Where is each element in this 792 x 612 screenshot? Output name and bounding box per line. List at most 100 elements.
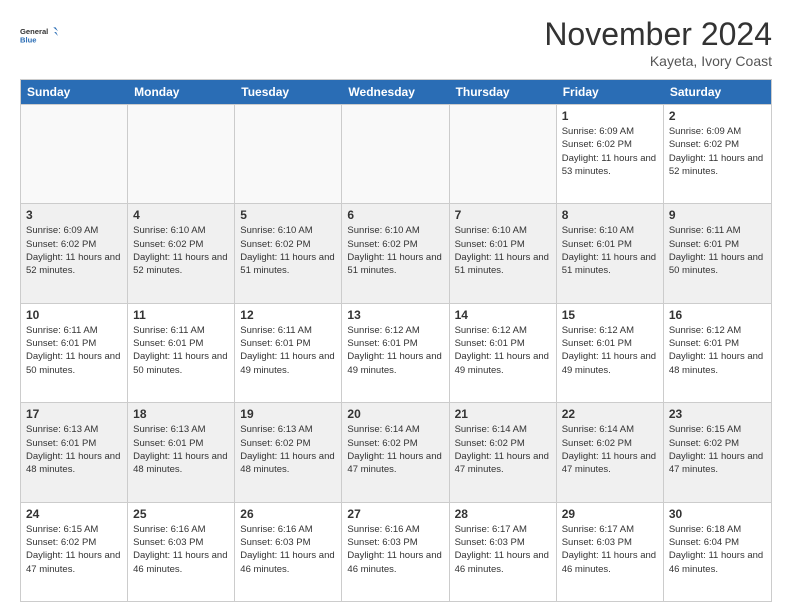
day-cell-2: 2 Sunrise: 6:09 AM Sunset: 6:02 PM Daylig…: [664, 105, 771, 203]
day-cell-30: 30 Sunrise: 6:18 AM Sunset: 6:04 PM Dayli…: [664, 503, 771, 601]
day-info-17: Sunrise: 6:13 AM Sunset: 6:01 PM Dayligh…: [26, 423, 122, 476]
page: General Blue November 2024 Kayeta, Ivory…: [0, 0, 792, 612]
day-cell-26: 26 Sunrise: 6:16 AM Sunset: 6:03 PM Dayli…: [235, 503, 342, 601]
day-number-9: 9: [669, 208, 766, 222]
day-info-10: Sunrise: 6:11 AM Sunset: 6:01 PM Dayligh…: [26, 324, 122, 377]
day-cell-4: 4Sunrise: 6:10 AM Sunset: 6:02 PM Daylig…: [128, 204, 235, 302]
day-number-28: 28: [455, 507, 551, 521]
week-row-3: 17 Sunrise: 6:13 AM Sunset: 6:01 PM Dayli…: [21, 402, 771, 501]
day-info-2: Sunrise: 6:09 AM Sunset: 6:02 PM Dayligh…: [669, 125, 766, 178]
day-cell-18: 18Sunrise: 6:13 AM Sunset: 6:01 PM Dayli…: [128, 403, 235, 501]
day-number-2: 2: [669, 109, 766, 123]
day-cell-15: 15Sunrise: 6:12 AM Sunset: 6:01 PM Dayli…: [557, 304, 664, 402]
day-number-30: 30: [669, 507, 766, 521]
day-number-10: 10: [26, 308, 122, 322]
week-row-4: 24 Sunrise: 6:15 AM Sunset: 6:02 PM Dayli…: [21, 502, 771, 601]
header-day-1: Monday: [128, 80, 235, 104]
day-info-19: Sunrise: 6:13 AM Sunset: 6:02 PM Dayligh…: [240, 423, 336, 476]
logo-svg: General Blue: [20, 16, 58, 54]
logo: General Blue: [20, 16, 58, 54]
day-cell-1: 1 Sunrise: 6:09 AM Sunset: 6:02 PM Daylig…: [557, 105, 664, 203]
day-number-27: 27: [347, 507, 443, 521]
day-info-26: Sunrise: 6:16 AM Sunset: 6:03 PM Dayligh…: [240, 523, 336, 576]
day-cell-7: 7 Sunrise: 6:10 AM Sunset: 6:01 PM Daylig…: [450, 204, 557, 302]
day-number-5: 5: [240, 208, 336, 222]
day-cell-12: 12Sunrise: 6:11 AM Sunset: 6:01 PM Dayli…: [235, 304, 342, 402]
week-row-2: 10 Sunrise: 6:11 AM Sunset: 6:01 PM Dayli…: [21, 303, 771, 402]
day-number-3: 3: [26, 208, 122, 222]
day-number-17: 17: [26, 407, 122, 421]
header-day-3: Wednesday: [342, 80, 449, 104]
day-info-20: Sunrise: 6:14 AM Sunset: 6:02 PM Dayligh…: [347, 423, 443, 476]
empty-cell-0-1: [128, 105, 235, 203]
day-number-20: 20: [347, 407, 443, 421]
day-cell-25: 25 Sunrise: 6:16 AM Sunset: 6:03 PM Dayli…: [128, 503, 235, 601]
day-cell-27: 27 Sunrise: 6:16 AM Sunset: 6:03 PM Dayli…: [342, 503, 449, 601]
day-info-11: Sunrise: 6:11 AM Sunset: 6:01 PM Dayligh…: [133, 324, 229, 377]
month-title: November 2024: [544, 16, 772, 53]
day-cell-21: 21 Sunrise: 6:14 AM Sunset: 6:02 PM Dayli…: [450, 403, 557, 501]
day-number-24: 24: [26, 507, 122, 521]
day-cell-23: 23 Sunrise: 6:15 AM Sunset: 6:02 PM Dayli…: [664, 403, 771, 501]
day-info-8: Sunrise: 6:10 AM Sunset: 6:01 PM Dayligh…: [562, 224, 658, 277]
day-number-23: 23: [669, 407, 766, 421]
day-cell-14: 14Sunrise: 6:12 AM Sunset: 6:01 PM Dayli…: [450, 304, 557, 402]
day-cell-20: 20 Sunrise: 6:14 AM Sunset: 6:02 PM Dayli…: [342, 403, 449, 501]
day-cell-19: 19 Sunrise: 6:13 AM Sunset: 6:02 PM Dayli…: [235, 403, 342, 501]
header-day-4: Thursday: [450, 80, 557, 104]
day-info-6: Sunrise: 6:10 AM Sunset: 6:02 PM Dayligh…: [347, 224, 443, 277]
day-cell-29: 29Sunrise: 6:17 AM Sunset: 6:03 PM Dayli…: [557, 503, 664, 601]
day-number-21: 21: [455, 407, 551, 421]
calendar: SundayMondayTuesdayWednesdayThursdayFrid…: [20, 79, 772, 602]
day-number-6: 6: [347, 208, 443, 222]
day-info-1: Sunrise: 6:09 AM Sunset: 6:02 PM Dayligh…: [562, 125, 658, 178]
empty-cell-0-3: [342, 105, 449, 203]
day-info-15: Sunrise: 6:12 AM Sunset: 6:01 PM Dayligh…: [562, 324, 658, 377]
day-info-9: Sunrise: 6:11 AM Sunset: 6:01 PM Dayligh…: [669, 224, 766, 277]
day-cell-10: 10 Sunrise: 6:11 AM Sunset: 6:01 PM Dayli…: [21, 304, 128, 402]
day-number-8: 8: [562, 208, 658, 222]
day-info-24: Sunrise: 6:15 AM Sunset: 6:02 PM Dayligh…: [26, 523, 122, 576]
day-cell-9: 9 Sunrise: 6:11 AM Sunset: 6:01 PM Daylig…: [664, 204, 771, 302]
day-cell-5: 5Sunrise: 6:10 AM Sunset: 6:02 PM Daylig…: [235, 204, 342, 302]
day-info-7: Sunrise: 6:10 AM Sunset: 6:01 PM Dayligh…: [455, 224, 551, 277]
day-number-19: 19: [240, 407, 336, 421]
day-info-16: Sunrise: 6:12 AM Sunset: 6:01 PM Dayligh…: [669, 324, 766, 377]
day-info-13: Sunrise: 6:12 AM Sunset: 6:01 PM Dayligh…: [347, 324, 443, 377]
header-day-5: Friday: [557, 80, 664, 104]
day-cell-16: 16 Sunrise: 6:12 AM Sunset: 6:01 PM Dayli…: [664, 304, 771, 402]
day-number-14: 14: [455, 308, 551, 322]
day-number-11: 11: [133, 308, 229, 322]
header-day-0: Sunday: [21, 80, 128, 104]
day-info-25: Sunrise: 6:16 AM Sunset: 6:03 PM Dayligh…: [133, 523, 229, 576]
svg-text:General: General: [20, 27, 48, 36]
day-cell-28: 28Sunrise: 6:17 AM Sunset: 6:03 PM Dayli…: [450, 503, 557, 601]
week-row-0: 1 Sunrise: 6:09 AM Sunset: 6:02 PM Daylig…: [21, 104, 771, 203]
day-info-22: Sunrise: 6:14 AM Sunset: 6:02 PM Dayligh…: [562, 423, 658, 476]
header-day-6: Saturday: [664, 80, 771, 104]
day-info-23: Sunrise: 6:15 AM Sunset: 6:02 PM Dayligh…: [669, 423, 766, 476]
day-number-29: 29: [562, 507, 658, 521]
day-cell-24: 24 Sunrise: 6:15 AM Sunset: 6:02 PM Dayli…: [21, 503, 128, 601]
empty-cell-0-0: [21, 105, 128, 203]
day-info-21: Sunrise: 6:14 AM Sunset: 6:02 PM Dayligh…: [455, 423, 551, 476]
day-cell-13: 13Sunrise: 6:12 AM Sunset: 6:01 PM Dayli…: [342, 304, 449, 402]
empty-cell-0-4: [450, 105, 557, 203]
day-number-25: 25: [133, 507, 229, 521]
day-cell-11: 11 Sunrise: 6:11 AM Sunset: 6:01 PM Dayli…: [128, 304, 235, 402]
calendar-body: 1 Sunrise: 6:09 AM Sunset: 6:02 PM Daylig…: [21, 104, 771, 601]
location: Kayeta, Ivory Coast: [544, 53, 772, 69]
day-info-3: Sunrise: 6:09 AM Sunset: 6:02 PM Dayligh…: [26, 224, 122, 277]
day-cell-17: 17 Sunrise: 6:13 AM Sunset: 6:01 PM Dayli…: [21, 403, 128, 501]
day-number-7: 7: [455, 208, 551, 222]
day-number-12: 12: [240, 308, 336, 322]
header: General Blue November 2024 Kayeta, Ivory…: [20, 16, 772, 69]
empty-cell-0-2: [235, 105, 342, 203]
day-info-30: Sunrise: 6:18 AM Sunset: 6:04 PM Dayligh…: [669, 523, 766, 576]
day-info-27: Sunrise: 6:16 AM Sunset: 6:03 PM Dayligh…: [347, 523, 443, 576]
day-info-4: Sunrise: 6:10 AM Sunset: 6:02 PM Dayligh…: [133, 224, 229, 277]
day-number-1: 1: [562, 109, 658, 123]
day-number-22: 22: [562, 407, 658, 421]
day-number-26: 26: [240, 507, 336, 521]
day-number-16: 16: [669, 308, 766, 322]
